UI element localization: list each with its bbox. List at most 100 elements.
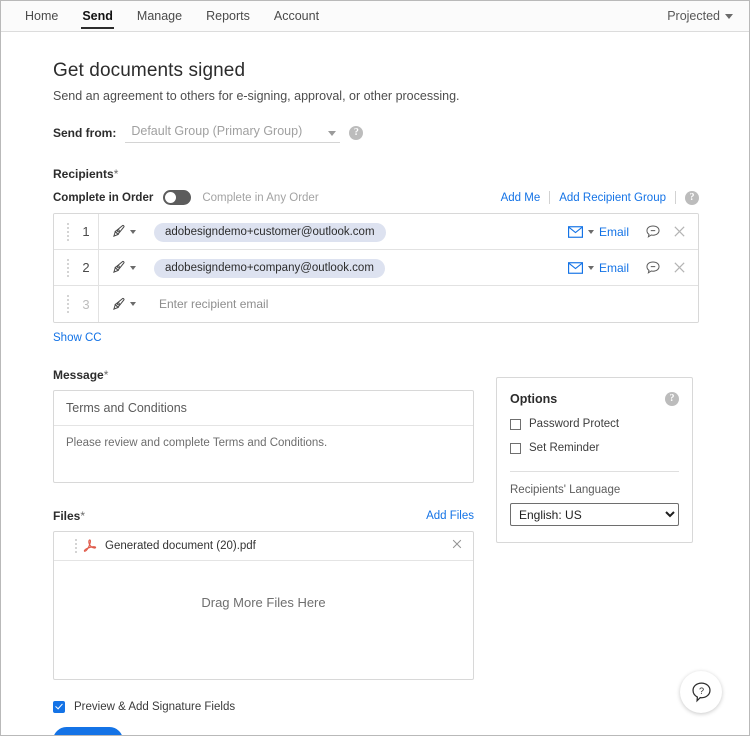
app-window: Home Send Manage Reports Account Project… bbox=[0, 0, 750, 736]
help-icon-recipients[interactable]: ? bbox=[685, 190, 699, 205]
recipient-row: 2 adobesigndemo+company@outlook.com Emai… bbox=[54, 250, 698, 286]
message-section-label: Message* bbox=[53, 368, 474, 382]
file-name: Generated document (20).pdf bbox=[105, 540, 256, 552]
nav-item-label: Home bbox=[25, 9, 59, 23]
file-row: Generated document (20).pdf bbox=[54, 532, 473, 561]
signature-pen-icon bbox=[112, 224, 124, 237]
private-message-icon[interactable] bbox=[645, 224, 661, 240]
message-body-textarea[interactable]: Please review and complete Terms and Con… bbox=[54, 426, 473, 482]
signature-pen-icon bbox=[112, 297, 124, 310]
required-asterisk: * bbox=[80, 509, 86, 523]
divider bbox=[675, 191, 676, 204]
recipient-email-pill[interactable]: adobesigndemo+customer@outlook.com bbox=[154, 222, 386, 242]
chevron-down-icon bbox=[129, 265, 136, 270]
recipient-role-selector[interactable] bbox=[98, 214, 146, 249]
recipient-index: 2 bbox=[82, 260, 90, 275]
recipient-row-empty: 3 Enter recipient email bbox=[54, 286, 698, 322]
nav-item-reports[interactable]: Reports bbox=[194, 1, 262, 31]
option-label: Password Protect bbox=[529, 418, 620, 430]
recipient-email-field[interactable]: adobesigndemo+customer@outlook.com bbox=[146, 222, 568, 242]
pdf-icon bbox=[83, 539, 97, 552]
close-icon bbox=[452, 539, 462, 549]
help-floating-button[interactable]: ? bbox=[680, 671, 722, 713]
add-me-link[interactable]: Add Me bbox=[501, 192, 541, 204]
drag-handle-icon[interactable] bbox=[62, 295, 74, 313]
account-menu[interactable]: Projected bbox=[667, 1, 733, 31]
options-header: Options ? bbox=[510, 392, 679, 406]
divider bbox=[549, 191, 551, 204]
nav-item-send[interactable]: Send bbox=[70, 1, 125, 31]
left-column: Message* Terms and Conditions Please rev… bbox=[53, 368, 474, 680]
complete-order-toggle[interactable] bbox=[163, 190, 192, 205]
page-title: Get documents signed bbox=[53, 60, 246, 81]
private-message-icon[interactable] bbox=[645, 260, 661, 276]
complete-in-order-label: Complete in Order bbox=[53, 191, 154, 204]
toggle-knob bbox=[165, 192, 177, 203]
send-from-select[interactable]: Default Group (Primary Group) bbox=[125, 122, 341, 143]
recipients-actions: Add Me Add Recipient Group ? bbox=[501, 190, 699, 205]
option-label: Set Reminder bbox=[529, 442, 600, 454]
recipients-label-text: Recipients bbox=[53, 167, 114, 181]
drag-handle-icon[interactable] bbox=[62, 222, 74, 241]
nav-item-label: Manage bbox=[136, 9, 183, 23]
recipients-language-label: Recipients' Language bbox=[510, 484, 621, 496]
svg-text:?: ? bbox=[698, 686, 703, 696]
chevron-down-icon bbox=[725, 13, 733, 19]
next-button[interactable]: Next bbox=[53, 727, 123, 735]
help-icon-send-from[interactable]: ? bbox=[349, 125, 364, 140]
nav-item-account[interactable]: Account bbox=[262, 1, 331, 31]
files-section-header: Files* Add Files bbox=[53, 509, 474, 523]
signature-pen-icon bbox=[112, 260, 124, 273]
form-columns: Message* Terms and Conditions Please rev… bbox=[53, 368, 699, 680]
nav-item-label: Reports bbox=[206, 9, 250, 23]
drag-handle-icon[interactable] bbox=[70, 539, 82, 553]
nav-item-manage[interactable]: Manage bbox=[125, 1, 194, 31]
help-icon-options[interactable]: ? bbox=[665, 392, 679, 406]
recipient-index: 3 bbox=[82, 296, 90, 312]
recipients-section-label: Recipients* bbox=[53, 167, 699, 181]
message-subject-input[interactable]: Terms and Conditions bbox=[54, 391, 473, 426]
help-chat-bubble-icon: ? bbox=[691, 681, 711, 702]
recipient-role-selector[interactable] bbox=[98, 286, 146, 322]
remove-recipient-button[interactable] bbox=[673, 261, 686, 274]
option-password-protect[interactable]: Password Protect bbox=[510, 418, 679, 430]
drag-handle-icon[interactable] bbox=[62, 258, 74, 277]
recipient-channel-label: Email bbox=[598, 224, 629, 239]
envelope-icon bbox=[567, 225, 583, 238]
required-asterisk: * bbox=[103, 368, 109, 382]
recipient-channel-label: Email bbox=[598, 260, 629, 275]
envelope-icon bbox=[567, 261, 583, 274]
option-set-reminder[interactable]: Set Reminder bbox=[510, 442, 679, 454]
chevron-down-icon bbox=[129, 229, 136, 234]
add-recipient-group-link[interactable]: Add Recipient Group bbox=[559, 192, 666, 204]
message-label-text: Message bbox=[53, 368, 104, 382]
preview-signature-fields-checkbox[interactable]: Preview & Add Signature Fields bbox=[53, 701, 699, 713]
chevron-down-icon bbox=[587, 229, 594, 234]
recipient-row: 1 adobesigndemo+customer@outlook.com Ema… bbox=[54, 214, 698, 250]
checkbox-checked-icon bbox=[53, 701, 65, 713]
recipients-language-select[interactable]: English: US bbox=[510, 503, 679, 526]
recipient-email-input[interactable]: Enter recipient email bbox=[146, 295, 698, 313]
recipient-channel-selector[interactable]: Email bbox=[567, 224, 629, 239]
send-from-label: Send from: bbox=[53, 125, 117, 140]
speech-bubble-minus-icon bbox=[646, 260, 660, 274]
remove-recipient-button[interactable] bbox=[673, 225, 686, 238]
required-asterisk: * bbox=[113, 167, 119, 181]
files-box: Generated document (20).pdf Drag More Fi… bbox=[53, 531, 474, 680]
nav-item-home[interactable]: Home bbox=[13, 1, 70, 31]
show-cc-link[interactable]: Show CC bbox=[53, 332, 102, 344]
complete-any-order-label: Complete in Any Order bbox=[202, 191, 319, 204]
recipient-email-pill[interactable]: adobesigndemo+company@outlook.com bbox=[154, 258, 385, 278]
recipient-channel-selector[interactable]: Email bbox=[567, 260, 629, 275]
file-drop-zone[interactable]: Drag More Files Here bbox=[54, 561, 473, 679]
remove-file-button[interactable] bbox=[451, 537, 463, 555]
add-files-link[interactable]: Add Files bbox=[426, 510, 474, 522]
divider bbox=[510, 471, 679, 472]
recipient-email-field[interactable]: adobesigndemo+company@outlook.com bbox=[146, 258, 568, 278]
message-box: Terms and Conditions Please review and c… bbox=[53, 390, 474, 483]
options-panel: Options ? Password Protect Set Reminder … bbox=[496, 377, 693, 543]
files-section-label: Files* bbox=[53, 509, 85, 523]
nav-item-label: Account bbox=[273, 9, 320, 23]
recipient-role-selector[interactable] bbox=[98, 250, 146, 285]
recipients-list: 1 adobesigndemo+customer@outlook.com Ema… bbox=[53, 213, 699, 323]
